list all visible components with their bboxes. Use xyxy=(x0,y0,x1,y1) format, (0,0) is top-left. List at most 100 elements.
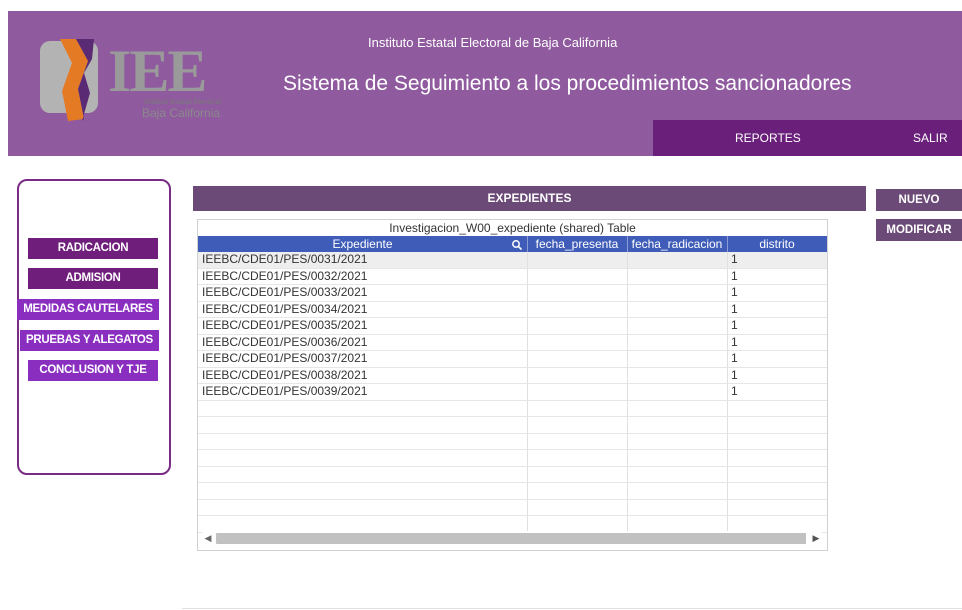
table-cell xyxy=(202,466,528,482)
table-cell xyxy=(731,516,827,532)
table-cell xyxy=(202,450,528,466)
table-cell xyxy=(527,483,628,499)
sidebar-item-admision[interactable]: ADMISION xyxy=(28,268,158,289)
table-cell: IEEBC/CDE01/PES/0039/2021 xyxy=(202,384,528,400)
table-cell xyxy=(627,450,728,466)
table-cell: 1 xyxy=(731,318,738,332)
top-navbar: REPORTES SALIR xyxy=(653,120,962,156)
divider xyxy=(182,608,962,609)
scroll-left-icon[interactable]: ◀ xyxy=(202,531,214,546)
table-cell xyxy=(731,483,827,499)
table-cell xyxy=(527,516,628,532)
table-row[interactable]: IEEBC/CDE01/PES/0034/2021 1 xyxy=(198,301,827,318)
table-cell xyxy=(202,499,528,515)
table-row[interactable]: IEEBC/CDE01/PES/0035/2021 1 xyxy=(198,318,827,335)
table-cell xyxy=(202,483,528,499)
table-header: Expediente fecha_presenta fecha_radicaci… xyxy=(198,236,827,252)
table-cell xyxy=(731,401,827,417)
table-cell xyxy=(627,285,728,301)
table-cell xyxy=(731,434,827,450)
sidebar-panel: RADICACION ADMISION MEDIDAS CAUTELARES P… xyxy=(17,179,171,475)
table-row[interactable]: IEEBC/CDE01/PES/0032/2021 1 xyxy=(198,268,827,285)
table-cell xyxy=(731,417,827,433)
table-cell xyxy=(202,400,528,416)
sidebar-item-conclusion-tje[interactable]: CONCLUSION Y TJE xyxy=(28,360,158,381)
table-cell xyxy=(627,318,728,334)
org-name: Instituto Estatal Electoral de Baja Cali… xyxy=(368,35,618,50)
table-row[interactable]: IEEBC/CDE01/PES/0039/2021 1 xyxy=(198,384,827,401)
column-header-expediente[interactable]: Expediente xyxy=(198,236,528,252)
table-cell xyxy=(527,268,628,284)
table-cell xyxy=(731,450,827,466)
table-cell: IEEBC/CDE01/PES/0031/2021 xyxy=(202,252,528,268)
table-cell: 1 xyxy=(731,285,738,299)
table-cell: 1 xyxy=(731,252,738,266)
logo-letters: IEE xyxy=(108,38,205,104)
table-row[interactable] xyxy=(198,433,827,450)
table-cell: 1 xyxy=(731,351,738,365)
table-cell: 1 xyxy=(731,334,738,349)
table-row[interactable] xyxy=(198,450,827,467)
table-row[interactable] xyxy=(198,400,827,417)
system-title: Sistema de Seguimiento a los procedimien… xyxy=(283,72,852,95)
iee-logo: IEE Instituto Estatal Electoral Baja Cal… xyxy=(38,33,248,131)
table-cell xyxy=(527,400,628,416)
section-title-expedientes: EXPEDIENTES xyxy=(193,186,866,211)
nuevo-button[interactable]: NUEVO xyxy=(876,189,962,211)
table-cell xyxy=(627,433,728,449)
table-cell xyxy=(527,384,628,400)
table-cell xyxy=(527,252,628,268)
table-cell xyxy=(527,285,628,301)
scroll-thumb[interactable] xyxy=(216,533,806,544)
column-header-distrito[interactable]: distrito xyxy=(727,236,827,252)
table-cell: IEEBC/CDE01/PES/0038/2021 xyxy=(202,367,528,383)
table-cell xyxy=(527,417,628,433)
table-row[interactable]: IEEBC/CDE01/PES/0037/2021 1 xyxy=(198,351,827,368)
table-cell xyxy=(627,334,728,350)
table-cell xyxy=(202,417,528,433)
table-cell xyxy=(527,334,628,350)
sidebar-item-medidas-cautelares[interactable]: MEDIDAS CAUTELARES xyxy=(17,299,159,320)
table-cell xyxy=(627,268,728,284)
table-cell: 1 xyxy=(731,384,738,398)
table-cell xyxy=(527,318,628,334)
table-cell: 1 xyxy=(731,367,738,382)
table-row[interactable]: IEEBC/CDE01/PES/0036/2021 1 xyxy=(198,334,827,351)
table-cell: IEEBC/CDE01/PES/0035/2021 xyxy=(202,318,528,334)
table-row[interactable] xyxy=(198,483,827,500)
sidebar-item-radicacion[interactable]: RADICACION xyxy=(28,238,158,259)
table-cell xyxy=(202,433,528,449)
table-row[interactable] xyxy=(198,499,827,516)
table-cell: IEEBC/CDE01/PES/0037/2021 xyxy=(202,351,528,367)
table-cell xyxy=(627,483,728,499)
table-row[interactable] xyxy=(198,466,827,483)
table-row[interactable]: IEEBC/CDE01/PES/0031/2021 1 xyxy=(198,252,827,269)
table-cell xyxy=(627,417,728,433)
table-cell xyxy=(202,516,528,532)
table-cell: IEEBC/CDE01/PES/0032/2021 xyxy=(202,268,528,284)
modificar-button[interactable]: MODIFICAR xyxy=(876,219,962,241)
nav-reportes[interactable]: REPORTES xyxy=(735,120,801,156)
horizontal-scrollbar[interactable]: ◀ ▶ xyxy=(202,531,822,546)
table-row[interactable]: IEEBC/CDE01/PES/0033/2021 1 xyxy=(198,285,827,302)
table-cell xyxy=(527,450,628,466)
table-cell xyxy=(627,516,728,532)
table-cell xyxy=(527,367,628,383)
nav-salir[interactable]: SALIR xyxy=(913,120,948,156)
table-cell xyxy=(627,301,728,317)
column-header-fecha-presenta[interactable]: fecha_presenta xyxy=(527,236,628,252)
table-caption: Investigacion_W00_expediente (shared) Ta… xyxy=(389,221,636,235)
search-icon[interactable] xyxy=(511,238,523,251)
table-row[interactable]: IEEBC/CDE01/PES/0038/2021 1 xyxy=(198,367,827,384)
table-row[interactable] xyxy=(198,417,827,434)
table-cell xyxy=(627,499,728,515)
table-cell xyxy=(731,500,827,516)
column-header-fecha-radicacion[interactable]: fecha_radicacion xyxy=(627,236,728,252)
scroll-right-icon[interactable]: ▶ xyxy=(810,531,822,546)
table-cell xyxy=(731,467,827,483)
table-cell xyxy=(627,466,728,482)
sidebar-item-pruebas-alegatos[interactable]: PRUEBAS Y ALEGATOS xyxy=(20,330,159,351)
table-cell xyxy=(627,252,728,268)
table-cell xyxy=(527,301,628,317)
app-header: IEE Instituto Estatal Electoral Baja Cal… xyxy=(8,11,962,156)
